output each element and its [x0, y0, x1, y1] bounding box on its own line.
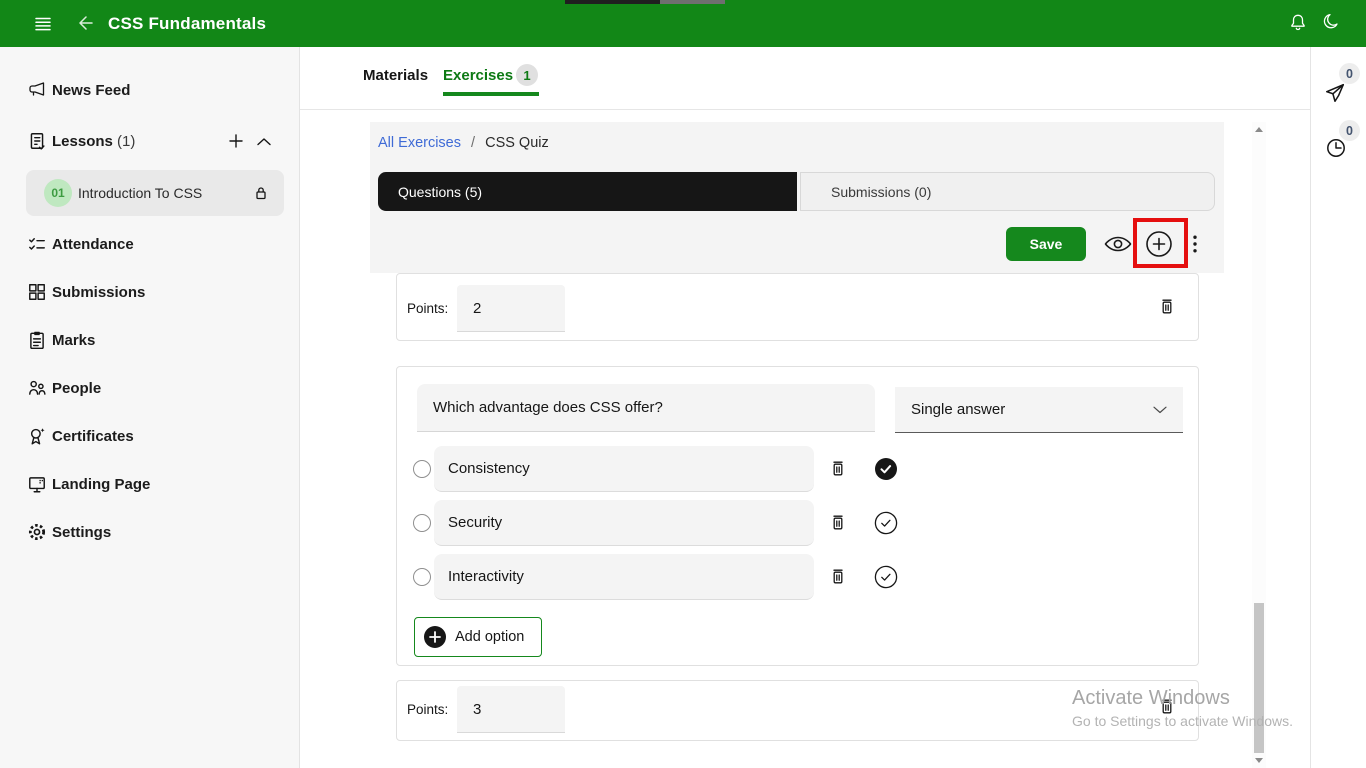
- sidebar-item-certificates[interactable]: Certificates: [0, 412, 300, 460]
- tabbar-divider: [300, 109, 1310, 110]
- bell-icon[interactable]: [1288, 13, 1308, 33]
- send-count-badge: 0: [1339, 63, 1360, 84]
- sidebar-item-people[interactable]: People: [0, 364, 300, 412]
- option-radio[interactable]: [413, 568, 431, 586]
- sidebar-item-label: Marks: [52, 332, 95, 349]
- megaphone-icon: [27, 80, 47, 100]
- back-arrow-icon[interactable]: [75, 13, 95, 33]
- sidebar-item-label: People: [52, 380, 101, 397]
- highlight-annotation-box: [1133, 218, 1188, 268]
- option-text-input[interactable]: [434, 500, 814, 546]
- sidebar-item-marks[interactable]: Marks: [0, 316, 300, 364]
- tab-materials[interactable]: Materials: [363, 67, 428, 84]
- checklist-icon: [27, 234, 47, 254]
- right-rail-divider: [1310, 47, 1311, 768]
- video-progress-artifact-dark: [565, 0, 660, 4]
- tab-exercises[interactable]: Exercises: [443, 67, 513, 84]
- correct-answer-toggle[interactable]: [874, 565, 898, 589]
- question-card: Single answer: [396, 366, 1199, 666]
- breadcrumb-all-exercises[interactable]: All Exercises: [378, 135, 461, 151]
- option-radio[interactable]: [413, 514, 431, 532]
- active-tab-underline: [443, 92, 539, 96]
- sidebar-item-label: Certificates: [52, 428, 134, 445]
- sidebar: News Feed Lessons (1) 01: [0, 47, 300, 768]
- points-label: Points:: [407, 702, 448, 717]
- sidebar-item-lessons[interactable]: Lessons (1): [0, 117, 300, 165]
- delete-option-icon[interactable]: [828, 459, 848, 479]
- activate-windows-watermark-sub: Go to Settings to activate Windows.: [1072, 713, 1293, 729]
- sidebar-item-label: News Feed: [52, 82, 130, 99]
- segment-questions[interactable]: Questions (5): [378, 172, 797, 211]
- kebab-menu-icon[interactable]: [1193, 235, 1197, 253]
- sidebar-item-submissions[interactable]: Submissions: [0, 268, 300, 316]
- question-footer-card-prev: Points:: [396, 273, 1199, 341]
- timer-count-badge: 0: [1339, 120, 1360, 141]
- add-option-button[interactable]: Add option: [414, 617, 542, 657]
- sidebar-item-label: Settings: [52, 524, 111, 541]
- sidebar-item-settings[interactable]: Settings: [0, 508, 300, 556]
- delete-option-icon[interactable]: [828, 567, 848, 587]
- sidebar-item-landing-page[interactable]: Landing Page: [0, 460, 300, 508]
- app-header: CSS Fundamentals: [0, 0, 1366, 47]
- lesson-item-introduction-to-css[interactable]: 01 Introduction To CSS: [26, 170, 284, 216]
- clipboard-icon: [27, 330, 47, 350]
- lock-icon: [253, 185, 269, 201]
- option-radio[interactable]: [413, 460, 431, 478]
- question-text-input[interactable]: [417, 384, 875, 432]
- sidebar-item-label: Submissions: [52, 284, 145, 301]
- points-input[interactable]: [457, 285, 565, 332]
- scrollbar-thumb[interactable]: [1254, 603, 1264, 753]
- video-progress-artifact-gray: [660, 0, 725, 4]
- add-lesson-icon[interactable]: [229, 134, 243, 148]
- points-input[interactable]: [457, 686, 565, 733]
- activate-windows-watermark: Activate Windows: [1072, 687, 1230, 710]
- delete-option-icon[interactable]: [828, 513, 848, 533]
- exercises-count-badge: 1: [516, 64, 538, 86]
- lessons-count: (1): [117, 133, 135, 150]
- answer-type-dropdown[interactable]: Single answer: [895, 387, 1183, 433]
- sidebar-item-label: Landing Page: [52, 476, 150, 493]
- lesson-title: Introduction To CSS: [78, 170, 202, 216]
- breadcrumb-separator: /: [465, 135, 481, 151]
- sidebar-item-attendance[interactable]: Attendance: [0, 220, 300, 268]
- sidebar-item-news-feed[interactable]: News Feed: [0, 66, 300, 114]
- chevron-down-icon: [1153, 406, 1167, 414]
- points-label: Points:: [407, 301, 448, 316]
- sidebar-item-label: Attendance: [52, 236, 134, 253]
- option-text-input[interactable]: [434, 554, 814, 600]
- lessons-notebook-icon: [27, 131, 47, 151]
- app-window: CSS Fundamentals News Feed: [0, 0, 1366, 768]
- add-option-label: Add option: [455, 629, 524, 645]
- lesson-number-badge: 01: [44, 179, 72, 207]
- send-icon[interactable]: [1324, 82, 1346, 104]
- grid-icon: [27, 282, 47, 302]
- chevron-up-icon[interactable]: [257, 137, 271, 146]
- breadcrumb-current: CSS Quiz: [485, 135, 549, 151]
- monitor-icon: [27, 474, 47, 494]
- exercise-header-panel: All Exercises / CSS Quiz Questions (5) S…: [370, 122, 1224, 273]
- preview-eye-icon[interactable]: [1104, 234, 1132, 254]
- segment-submissions[interactable]: Submissions (0): [800, 172, 1215, 211]
- plus-circle-icon: [424, 626, 446, 648]
- save-button[interactable]: Save: [1006, 227, 1086, 261]
- correct-answer-toggle-checked[interactable]: [874, 457, 898, 481]
- scrollbar-up-arrow[interactable]: [1255, 127, 1263, 132]
- lessons-label: Lessons: [52, 133, 113, 150]
- certificate-ribbon-icon: [27, 426, 47, 446]
- option-text-input[interactable]: [434, 446, 814, 492]
- answer-type-value: Single answer: [911, 401, 1005, 418]
- hamburger-menu-icon[interactable]: [33, 14, 53, 34]
- breadcrumb: All Exercises / CSS Quiz: [378, 135, 549, 151]
- course-title: CSS Fundamentals: [108, 0, 266, 47]
- delete-question-icon[interactable]: [1157, 297, 1177, 317]
- people-icon: [27, 378, 47, 398]
- correct-answer-toggle[interactable]: [874, 511, 898, 535]
- moon-icon[interactable]: [1321, 13, 1341, 33]
- scrollbar-down-arrow[interactable]: [1255, 758, 1263, 763]
- gear-icon: [27, 522, 47, 542]
- clock-icon[interactable]: [1325, 137, 1347, 159]
